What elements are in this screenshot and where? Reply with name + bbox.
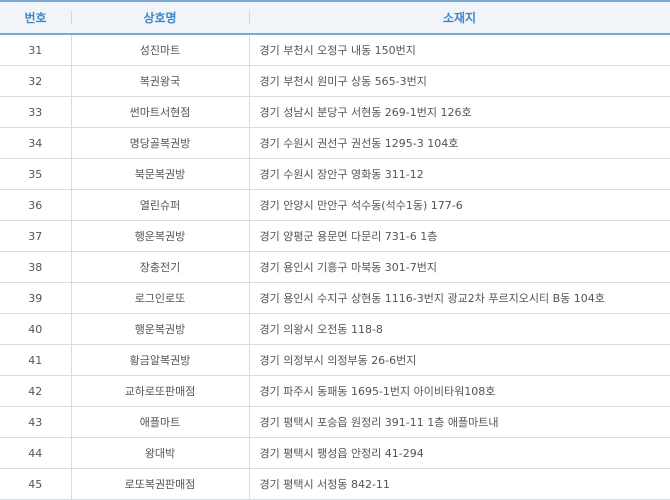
row-address: 경기 부천시 원미구 상동 565-3번지 <box>248 65 670 97</box>
header-store-name-label: 상호명 <box>143 11 177 25</box>
row-address: 경기 수원시 권선구 권선동 1295-3 104호 <box>248 127 670 159</box>
row-store-name: 열린슈퍼 <box>70 189 249 221</box>
table-row: 35 북문복권방 경기 수원시 장안구 영화동 311-12 <box>0 158 670 190</box>
table-row: 42 교하로또판매점 경기 파주시 동패동 1695-1번지 아이비타워108호 <box>0 375 670 407</box>
table-body: 31 성진마트 경기 부천시 오정구 내동 150번지 32 복권왕국 경기 부천시 원미… <box>0 34 670 500</box>
row-address: 경기 평택시 팽성읍 안정리 41-294 <box>248 437 670 469</box>
row-store-name: 로또복권판매점 <box>70 468 249 500</box>
table-header: 번호 상호명 소재지 <box>0 0 670 35</box>
table-row: 36 열린슈퍼 경기 안양시 만안구 석수동(석수1동) 177-6 <box>0 189 670 221</box>
row-store-name: 장충전기 <box>70 251 249 283</box>
row-number: 45 <box>0 468 71 500</box>
row-number: 44 <box>0 437 71 469</box>
row-address: 경기 파주시 동패동 1695-1번지 아이비타워108호 <box>248 375 670 407</box>
row-store-name: 복권왕국 <box>70 65 249 97</box>
row-number: 43 <box>0 406 71 438</box>
row-number: 37 <box>0 220 71 252</box>
header-address-label: 소재지 <box>442 11 477 25</box>
header-separator <box>71 11 72 24</box>
row-number: 32 <box>0 65 71 97</box>
row-store-name: 왕대박 <box>70 437 249 469</box>
table-row: 32 복권왕국 경기 부천시 원미구 상동 565-3번지 <box>0 65 670 97</box>
row-number: 41 <box>0 344 71 376</box>
header-store-name: 상호명 <box>71 0 249 35</box>
row-store-name: 썬마트서현점 <box>70 96 249 128</box>
table-row: 41 황금알복권방 경기 의정부시 의정부동 26-6번지 <box>0 344 670 376</box>
store-list-table: 번호 상호명 소재지 31 성진마트 경기 부천시 오정구 내동 150번지 32 복권… <box>0 0 670 500</box>
row-address: 경기 평택시 포승읍 원정리 391-11 1층 애플마트내 <box>248 406 670 438</box>
row-address: 경기 안양시 만안구 석수동(석수1동) 177-6 <box>248 189 670 221</box>
header-number: 번호 <box>0 0 71 35</box>
row-address: 경기 수원시 장안구 영화동 311-12 <box>248 158 670 190</box>
table-row: 40 행운복권방 경기 의왕시 오전동 118-8 <box>0 313 670 345</box>
table-row: 38 장충전기 경기 용인시 기흥구 마북동 301-7번지 <box>0 251 670 283</box>
row-number: 31 <box>0 34 71 66</box>
row-address: 경기 의정부시 의정부동 26-6번지 <box>248 344 670 376</box>
row-number: 40 <box>0 313 71 345</box>
row-number: 39 <box>0 282 71 314</box>
table-row: 43 애플마트 경기 평택시 포승읍 원정리 391-11 1층 애플마트내 <box>0 406 670 438</box>
row-address: 경기 성남시 분당구 서현동 269-1번지 126호 <box>248 96 670 128</box>
row-store-name: 북문복권방 <box>70 158 249 190</box>
row-store-name: 로그인로또 <box>70 282 249 314</box>
table-row: 45 로또복권판매점 경기 평택시 서정동 842-11 <box>0 468 670 500</box>
row-address: 경기 의왕시 오전동 118-8 <box>248 313 670 345</box>
row-number: 36 <box>0 189 71 221</box>
table-row: 44 왕대박 경기 평택시 팽성읍 안정리 41-294 <box>0 437 670 469</box>
row-store-name: 행운복권방 <box>70 313 249 345</box>
row-number: 34 <box>0 127 71 159</box>
table-row: 34 명당골복권방 경기 수원시 권선구 권선동 1295-3 104호 <box>0 127 670 159</box>
row-store-name: 명당골복권방 <box>70 127 249 159</box>
row-number: 35 <box>0 158 71 190</box>
row-store-name: 행운복권방 <box>70 220 249 252</box>
row-store-name: 교하로또판매점 <box>70 375 249 407</box>
row-number: 33 <box>0 96 71 128</box>
row-address: 경기 부천시 오정구 내동 150번지 <box>248 34 670 66</box>
table-row: 37 행운복권방 경기 양평군 용문면 다문리 731-6 1층 <box>0 220 670 252</box>
header-row: 번호 상호명 소재지 <box>0 0 670 35</box>
row-number: 38 <box>0 251 71 283</box>
row-address: 경기 용인시 기흥구 마북동 301-7번지 <box>248 251 670 283</box>
header-separator <box>249 11 250 24</box>
table-row: 39 로그인로또 경기 용인시 수지구 상현동 1116-3번지 광교2차 푸르지오… <box>0 282 670 314</box>
row-store-name: 성진마트 <box>70 34 249 66</box>
header-address: 소재지 <box>249 0 670 35</box>
row-address: 경기 용인시 수지구 상현동 1116-3번지 광교2차 푸르지오시티 B동 1… <box>248 282 670 314</box>
table-row: 31 성진마트 경기 부천시 오정구 내동 150번지 <box>0 34 670 66</box>
row-store-name: 황금알복권방 <box>70 344 249 376</box>
row-address: 경기 평택시 서정동 842-11 <box>248 468 670 500</box>
row-number: 42 <box>0 375 71 407</box>
row-store-name: 애플마트 <box>70 406 249 438</box>
table-row: 33 썬마트서현점 경기 성남시 분당구 서현동 269-1번지 126호 <box>0 96 670 128</box>
row-address: 경기 양평군 용문면 다문리 731-6 1층 <box>248 220 670 252</box>
